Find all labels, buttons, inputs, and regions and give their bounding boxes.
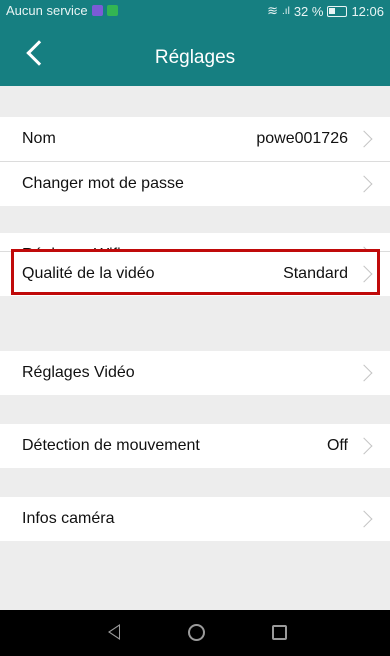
nav-recent-apps-icon[interactable] — [272, 625, 287, 640]
battery-icon — [327, 5, 348, 17]
setting-label-camera-info: Infos caméra — [22, 510, 115, 527]
nav-back-icon[interactable] — [108, 624, 120, 640]
setting-label-password: Changer mot de passe — [22, 175, 184, 192]
setting-label-motion: Détection de mouvement — [22, 437, 200, 454]
setting-row-video[interactable]: Réglages Vidéo — [0, 351, 390, 395]
chevron-right-icon — [355, 437, 373, 455]
page-title: Réglages — [154, 47, 236, 68]
notification-icon — [91, 5, 103, 16]
wifi-icon: ≋ — [267, 3, 279, 18]
chevron-right-icon — [355, 510, 373, 528]
battery-percent: 32 % — [293, 3, 324, 19]
signal-icon: .ıl — [282, 5, 290, 17]
setting-value-name: powe001726 — [256, 130, 348, 147]
setting-row-name[interactable]: Nom powe001726 — [0, 117, 390, 161]
status-left: Aucun service — [6, 3, 118, 18]
chevron-right-icon — [355, 175, 373, 193]
setting-row-motion[interactable]: Détection de mouvement Off — [0, 424, 390, 468]
carrier-text: Aucun service — [6, 3, 88, 18]
chevron-right-icon — [355, 130, 373, 148]
nav-home-icon[interactable] — [188, 624, 205, 641]
app-header: Aucun service ≋ .ıl 32 % 12:06 Réglages — [0, 0, 390, 86]
setting-row-password[interactable]: Changer mot de passe — [0, 162, 390, 206]
navigation-bar — [0, 610, 390, 656]
chevron-right-icon — [355, 364, 373, 382]
clock: 12:06 — [351, 3, 384, 19]
setting-row-camera-info[interactable]: Infos caméra — [0, 497, 390, 541]
status-right: ≋ .ıl 32 % 12:06 — [267, 3, 384, 19]
highlight-box — [11, 249, 380, 295]
status-bar: Aucun service ≋ .ıl 32 % 12:06 — [0, 0, 390, 22]
setting-value-motion: Off — [326, 437, 348, 454]
setting-label-video: Réglages Vidéo — [22, 364, 135, 381]
setting-label-name: Nom — [22, 130, 56, 147]
message-icon — [106, 5, 118, 16]
